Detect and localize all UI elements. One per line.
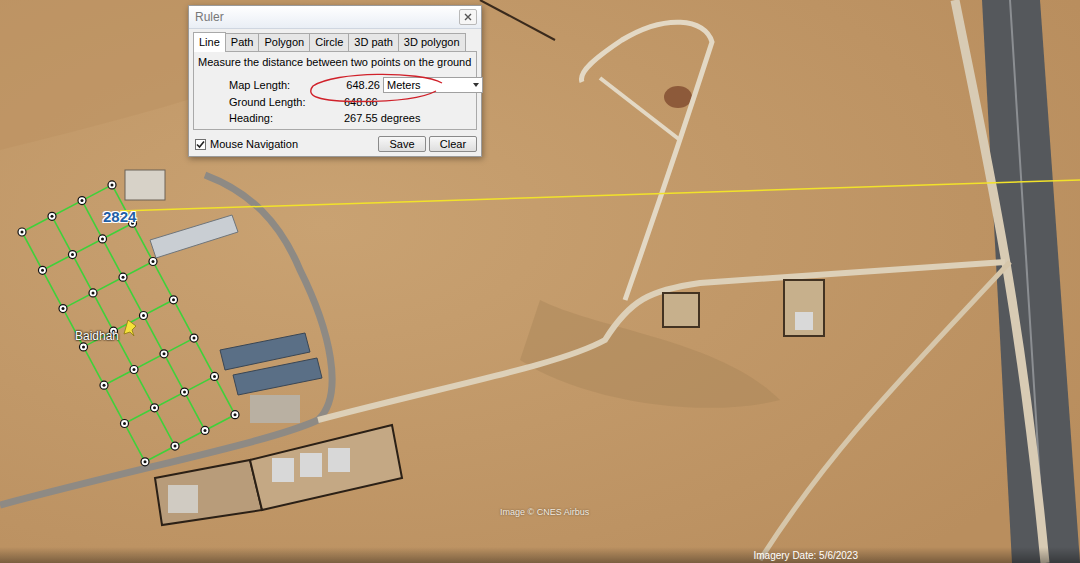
vertex-marker[interactable] bbox=[69, 251, 77, 259]
tab-strip: LinePathPolygonCircle3D path3D polygon bbox=[189, 29, 481, 51]
attribution: Image © CNES Airbus bbox=[500, 507, 589, 517]
tab-panel: Measure the distance between two points … bbox=[193, 51, 477, 130]
vertex-marker[interactable] bbox=[48, 212, 56, 220]
vertex-marker[interactable] bbox=[171, 442, 179, 450]
vertex-marker[interactable] bbox=[190, 334, 198, 342]
field-value: 267.55 degrees bbox=[344, 111, 483, 125]
mouse-navigation-label[interactable]: Mouse Navigation bbox=[210, 138, 298, 150]
pushpin-icon[interactable] bbox=[124, 320, 136, 336]
check-icon bbox=[196, 140, 205, 149]
field-label: Map Length: bbox=[229, 78, 341, 92]
vertex-marker[interactable] bbox=[201, 426, 209, 434]
clear-button[interactable]: Clear bbox=[429, 136, 477, 152]
tab[interactable]: Path bbox=[225, 33, 260, 51]
vertex-marker[interactable] bbox=[211, 372, 219, 380]
parcel-label[interactable]: 2824 bbox=[103, 208, 136, 225]
vertex-marker[interactable] bbox=[160, 350, 168, 358]
vertex-marker[interactable] bbox=[18, 228, 26, 236]
vertex-marker[interactable] bbox=[121, 420, 129, 428]
red-annotation bbox=[0, 0, 1080, 563]
unit-dropdown[interactable]: Meters bbox=[383, 77, 483, 93]
field-value: 648.66 bbox=[344, 95, 483, 109]
vertex-marker[interactable] bbox=[89, 289, 97, 297]
tab[interactable]: 3D polygon bbox=[398, 33, 466, 51]
field-label: Ground Length: bbox=[229, 95, 341, 109]
vertex-marker[interactable] bbox=[170, 296, 178, 304]
field-value: 648.26 bbox=[344, 78, 380, 92]
save-button[interactable]: Save bbox=[378, 136, 426, 152]
ruler-dialog[interactable]: Ruler LinePathPolygonCircle3D path3D pol… bbox=[188, 5, 482, 157]
vertex-marker[interactable] bbox=[59, 305, 67, 313]
vertex-marker[interactable] bbox=[151, 404, 159, 412]
imagery-date-bar: Imagery Date: 5/6/2023 bbox=[0, 547, 1080, 563]
vertex-marker[interactable] bbox=[78, 197, 86, 205]
vertex-marker[interactable] bbox=[140, 312, 148, 320]
tab[interactable]: Circle bbox=[309, 33, 349, 51]
vertex-marker[interactable] bbox=[141, 458, 149, 466]
title-bar[interactable]: Ruler bbox=[189, 6, 481, 29]
measure-line bbox=[120, 180, 1080, 211]
dialog-title: Ruler bbox=[195, 10, 224, 24]
description: Measure the distance between two points … bbox=[198, 55, 472, 69]
mouse-navigation-option[interactable]: Mouse Navigation bbox=[195, 138, 298, 150]
vertex-marker[interactable] bbox=[99, 235, 107, 243]
tab[interactable]: Line bbox=[193, 32, 226, 52]
vertex-marker[interactable] bbox=[149, 258, 157, 266]
satellite-map[interactable] bbox=[0, 0, 1080, 563]
parcel-grid bbox=[18, 181, 239, 466]
vertex-marker[interactable] bbox=[80, 343, 88, 351]
vertex-marker[interactable] bbox=[130, 366, 138, 374]
measurements: Map Length:648.26MetersGround Length:648… bbox=[198, 69, 472, 125]
vertex-marker[interactable] bbox=[108, 181, 116, 189]
tab[interactable]: 3D path bbox=[348, 33, 399, 51]
place-label[interactable]: Baidhah bbox=[75, 329, 119, 343]
mouse-navigation-checkbox[interactable] bbox=[195, 139, 206, 150]
vertex-marker[interactable] bbox=[39, 266, 47, 274]
field-label: Heading: bbox=[229, 111, 341, 125]
tab[interactable]: Polygon bbox=[258, 33, 310, 51]
close-icon[interactable] bbox=[459, 9, 477, 25]
vertex-marker[interactable] bbox=[181, 388, 189, 396]
vertex-marker[interactable] bbox=[119, 273, 127, 281]
imagery-date: Imagery Date: 5/6/2023 bbox=[753, 550, 858, 561]
unit-value: Meters bbox=[387, 79, 421, 91]
vertex-marker[interactable] bbox=[100, 381, 108, 389]
vertex-marker[interactable] bbox=[231, 411, 239, 419]
dropdown-arrow-icon[interactable] bbox=[473, 83, 479, 87]
